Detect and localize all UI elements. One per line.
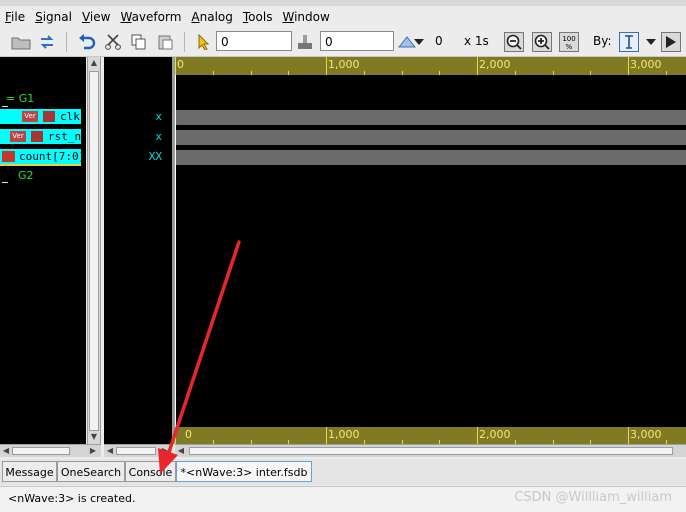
signal-pane-scrollbar[interactable]: ▲ ▼: [87, 57, 101, 444]
menu-waveform[interactable]: Waveform: [115, 6, 186, 28]
signal-value: x: [155, 130, 162, 143]
delta-value: 0: [435, 34, 443, 48]
signal-type-icon: [31, 131, 43, 142]
waveform-clk[interactable]: [175, 110, 686, 125]
zoom-fit-label: 100 %: [559, 32, 579, 52]
menu-bar: File Signal View Waveform Analog Tools W…: [0, 6, 686, 28]
waveform-count[interactable]: [175, 150, 686, 165]
value-pane-hscrollbar[interactable]: ◀ ▶: [104, 444, 172, 457]
ruler-label: 3,000: [630, 58, 662, 71]
scroll-thumb[interactable]: [116, 447, 156, 455]
verilog-tag-icon: Ver: [22, 111, 38, 122]
undo-icon[interactable]: [76, 31, 98, 53]
signal-name: count[7:0]: [19, 150, 86, 163]
ruler-label: 0: [185, 428, 192, 441]
zoom-out-icon[interactable]: [503, 31, 525, 53]
toolbar-separator: [184, 32, 185, 52]
scroll-right-icon[interactable]: ▶: [160, 446, 170, 456]
zoom-unit: x 1s: [464, 34, 489, 48]
signal-pane-hscrollbar[interactable]: ◀ ▶: [0, 444, 101, 457]
menu-window[interactable]: Window: [277, 6, 334, 28]
watermark: CSDN @Willliam_william: [514, 490, 672, 505]
selection-underline: [0, 164, 81, 166]
scroll-thumb[interactable]: [12, 447, 70, 455]
verilog-tag-icon: Ver: [10, 131, 26, 142]
bottom-tab-bar: Message OneSearch Console *<nWave:3> int…: [0, 459, 686, 485]
signal-name: rst_n: [48, 130, 82, 143]
tab-nwave-inter-fsdb[interactable]: *<nWave:3> inter.fsdb: [176, 461, 312, 482]
search-by-icon[interactable]: [618, 31, 640, 53]
signal-name-pane[interactable]: = G1 Ver clk Ver rst_n count[7:0] G2: [0, 57, 86, 444]
zoom-fit-icon[interactable]: 100 %: [558, 31, 580, 53]
bus-icon: [2, 151, 15, 162]
signal-row-rst-n[interactable]: Ver rst_n: [0, 129, 81, 144]
tab-message[interactable]: Message: [2, 461, 57, 482]
reload-icon[interactable]: [36, 31, 58, 53]
signal-row-clk[interactable]: Ver clk: [0, 109, 81, 124]
menu-tools[interactable]: Tools: [238, 6, 278, 28]
time-ruler-bottom[interactable]: 0 1,000 2,000 3,000: [175, 427, 686, 444]
status-message: <nWave:3> is created.: [8, 492, 136, 505]
waveform-rst-n[interactable]: [175, 130, 686, 145]
ruler-label: 2,000: [479, 58, 511, 71]
waveform-hscrollbar[interactable]: ◀: [175, 444, 686, 457]
ruler-label: 0: [177, 58, 184, 71]
copy-icon[interactable]: [128, 31, 150, 53]
scroll-up-icon[interactable]: ▲: [89, 58, 99, 68]
toolbar-separator: [66, 32, 67, 52]
by-dropdown-icon[interactable]: [644, 31, 658, 53]
group-g2-label[interactable]: G2: [18, 169, 34, 182]
cursor-time-field[interactable]: 0: [216, 31, 292, 51]
menu-file[interactable]: File: [0, 6, 30, 28]
menu-signal[interactable]: Signal: [30, 6, 77, 28]
scroll-thumb[interactable]: [189, 447, 673, 455]
by-label: By:: [593, 34, 612, 48]
signal-name: clk: [60, 110, 80, 123]
scroll-left-icon[interactable]: ◀: [176, 446, 186, 456]
waveform-pane[interactable]: 0 1,000 2,000 3,000 0 1,000 2,000 3,000: [175, 57, 686, 444]
tree-marker: [2, 182, 8, 183]
zoom-in-icon[interactable]: [531, 31, 553, 53]
signal-value: x: [155, 110, 162, 123]
ruler-label: 1,000: [328, 428, 360, 441]
marker-icon[interactable]: [294, 31, 316, 53]
scroll-down-icon[interactable]: ▼: [89, 432, 99, 442]
toolbar: 0 0 0 x 1s 100 % By:: [0, 28, 686, 57]
signal-row-count[interactable]: count[7:0]: [0, 149, 85, 166]
menu-view[interactable]: View: [77, 6, 115, 28]
group-g1-label[interactable]: = G1: [6, 92, 34, 105]
marker-time-field[interactable]: 0: [320, 31, 394, 51]
signal-value-pane[interactable]: x x XX: [104, 57, 172, 444]
menu-analog[interactable]: Analog: [186, 6, 237, 28]
ruler-label: 2,000: [479, 428, 511, 441]
ruler-label: 1,000: [328, 58, 360, 71]
status-bar: <nWave:3> is created. CSDN @Willliam_wil…: [0, 486, 686, 512]
pointer-cursor-icon[interactable]: [193, 31, 215, 53]
tree-marker: [2, 106, 8, 107]
ruler-label: 3,000: [630, 428, 662, 441]
paste-icon[interactable]: [154, 31, 176, 53]
scroll-left-icon[interactable]: ◀: [1, 446, 11, 456]
scroll-left-icon[interactable]: ◀: [105, 446, 115, 456]
time-ruler-top[interactable]: 0 1,000 2,000 3,000: [175, 57, 686, 75]
scroll-thumb[interactable]: [89, 71, 99, 431]
tab-console[interactable]: Console: [125, 461, 176, 482]
next-search-icon[interactable]: [660, 31, 682, 53]
scroll-right-icon[interactable]: ▶: [88, 446, 98, 456]
dropdown-arrow-icon[interactable]: [413, 31, 425, 53]
signal-type-icon: [43, 111, 55, 122]
tab-onesearch[interactable]: OneSearch: [57, 461, 125, 482]
time-cursor[interactable]: [175, 75, 176, 427]
signal-value: XX: [148, 150, 162, 163]
open-folder-icon[interactable]: [10, 31, 32, 53]
cut-icon[interactable]: [102, 31, 124, 53]
